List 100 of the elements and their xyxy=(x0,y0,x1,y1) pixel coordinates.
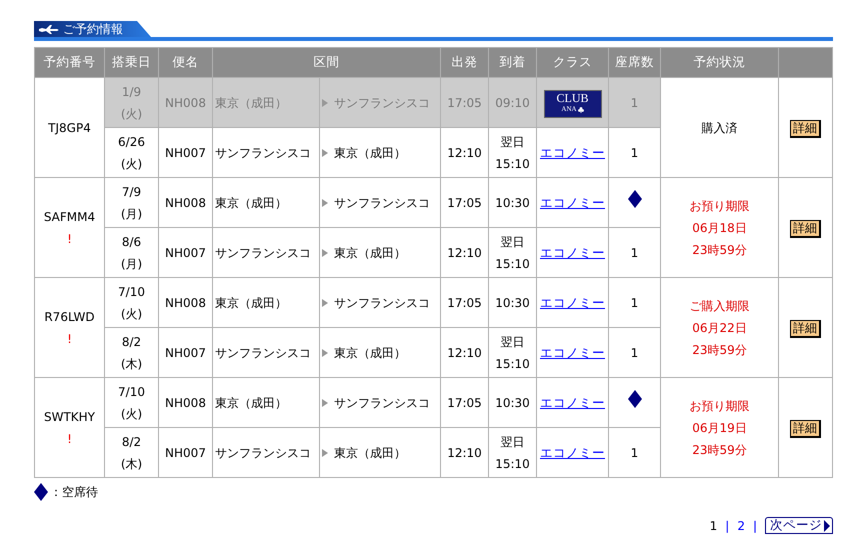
arrow-icon xyxy=(322,398,328,406)
alert-mark: ! xyxy=(66,430,73,448)
status-text: 23時59分 xyxy=(691,442,748,458)
table-cell: NH007 xyxy=(158,328,212,378)
table-cell: 12:10 xyxy=(440,328,488,378)
table-cell: 8/2 (木) xyxy=(104,428,158,478)
alert-mark: ! xyxy=(66,330,73,348)
table-cell: 10:30 xyxy=(488,178,536,228)
seat-count: 1 xyxy=(630,246,638,260)
reservation-code: R76LWD xyxy=(43,308,96,326)
table-cell: NH008 xyxy=(158,378,212,428)
table-cell: 東京（成田） xyxy=(212,78,320,128)
column-header: 予約状況 xyxy=(660,48,778,78)
table-cell: 7/10 (火) xyxy=(104,278,158,328)
status-text: 06月19日 xyxy=(691,420,748,436)
table-cell: サンフランシスコ xyxy=(320,178,440,228)
table-cell: NH008 xyxy=(158,78,212,128)
status-text: 23時59分 xyxy=(691,242,748,258)
table-cell: サンフランシスコ xyxy=(320,78,440,128)
table-cell: NH008 xyxy=(158,278,212,328)
seat-count: 1 xyxy=(630,446,638,460)
table-cell: 東京（成田） xyxy=(320,228,440,278)
seat-count: 1 xyxy=(630,146,638,160)
arrow-icon xyxy=(322,448,328,456)
table-cell: 東京（成田） xyxy=(320,128,440,178)
alert-mark: ! xyxy=(66,230,73,248)
table-cell: NH007 xyxy=(158,428,212,478)
status-text: 23時59分 xyxy=(691,342,748,358)
reservation-code: SWTKHY xyxy=(42,408,96,426)
arrow-icon xyxy=(322,348,328,356)
table-cell: NH007 xyxy=(158,128,212,178)
table-cell: 翌日 15:10 xyxy=(488,328,536,378)
table-cell: 6/26 (火) xyxy=(104,128,158,178)
table-cell: 東京（成田） xyxy=(320,328,440,378)
status-text: お預り期限 xyxy=(688,198,750,214)
table-cell: サンフランシスコ xyxy=(320,378,440,428)
table-cell: 翌日 15:10 xyxy=(488,128,536,178)
column-header: 搭乗日 xyxy=(104,48,158,78)
next-page-button[interactable]: 次ページ xyxy=(765,517,833,534)
diamond-icon xyxy=(628,390,642,408)
table-cell: サンフランシスコ xyxy=(212,128,320,178)
table-cell: 7/9 (月) xyxy=(104,178,158,228)
legend-text: ：空席待 xyxy=(50,484,98,500)
table-cell: 12:10 xyxy=(440,128,488,178)
status-text: ご購入期限 xyxy=(688,298,750,314)
page-separator: | xyxy=(752,518,757,532)
table-cell: 10:30 xyxy=(488,378,536,428)
status-text: 06月18日 xyxy=(691,220,748,236)
arrow-icon xyxy=(322,148,328,156)
status-text: 購入済 xyxy=(700,120,738,136)
table-cell: 17:05 xyxy=(440,278,488,328)
table-cell: 翌日 15:10 xyxy=(488,228,536,278)
status-text: 06月22日 xyxy=(691,320,748,336)
table-cell: NH007 xyxy=(158,228,212,278)
page-separator: | xyxy=(725,518,730,532)
section-title: ご予約情報 xyxy=(63,22,123,36)
table-cell: 8/6 (月) xyxy=(104,228,158,278)
detail-button[interactable]: 詳細 xyxy=(790,220,821,238)
table-cell: 12:10 xyxy=(440,428,488,478)
table-cell: 7/10 (火) xyxy=(104,378,158,428)
column-header: クラス xyxy=(536,48,608,78)
page-link[interactable]: 2 xyxy=(737,518,745,532)
column-header: 座席数 xyxy=(608,48,660,78)
reservation-code: SAFMM4 xyxy=(42,208,96,226)
arrow-icon xyxy=(322,98,328,106)
seat-count: 1 xyxy=(630,346,638,360)
arrow-icon xyxy=(322,298,328,306)
column-header: 出発 xyxy=(440,48,488,78)
detail-button[interactable]: 詳細 xyxy=(790,320,821,338)
column-header: 便名 xyxy=(158,48,212,78)
table-cell: 12:10 xyxy=(440,228,488,278)
arrow-icon xyxy=(322,248,328,256)
table-cell: NH008 xyxy=(158,178,212,228)
table-cell: 10:30 xyxy=(488,278,536,328)
diamond-icon xyxy=(628,190,642,208)
table-cell: サンフランシスコ xyxy=(212,328,320,378)
table-cell: サンフランシスコ xyxy=(320,278,440,328)
table-cell: サンフランシスコ xyxy=(212,228,320,278)
table-cell: 17:05 xyxy=(440,78,488,128)
table-cell: 東京（成田） xyxy=(212,278,320,328)
table-cell: 東京（成田） xyxy=(212,378,320,428)
page-number: 1 xyxy=(710,518,718,532)
table-cell: 17:05 xyxy=(440,378,488,428)
table-cell: サンフランシスコ xyxy=(212,428,320,478)
table-cell: 09:10 xyxy=(488,78,536,128)
column-header: 区間 xyxy=(212,48,440,78)
detail-button[interactable]: 詳細 xyxy=(790,420,821,438)
reservation-code: TJ8GP4 xyxy=(47,120,92,136)
table-cell: 17:05 xyxy=(440,178,488,228)
arrow-icon xyxy=(322,198,328,206)
table-cell: 翌日 15:10 xyxy=(488,428,536,478)
table-cell: 東京（成田） xyxy=(320,428,440,478)
table-cell: 8/2 (木) xyxy=(104,328,158,378)
table-cell: 東京（成田） xyxy=(212,178,320,228)
seat-count: 1 xyxy=(630,96,638,110)
table-cell: 1/9 (火) xyxy=(104,78,158,128)
status-text: お預り期限 xyxy=(688,398,750,414)
diamond-icon xyxy=(34,483,48,501)
column-header: 予約番号 xyxy=(34,48,104,78)
column-header: 到着 xyxy=(488,48,536,78)
